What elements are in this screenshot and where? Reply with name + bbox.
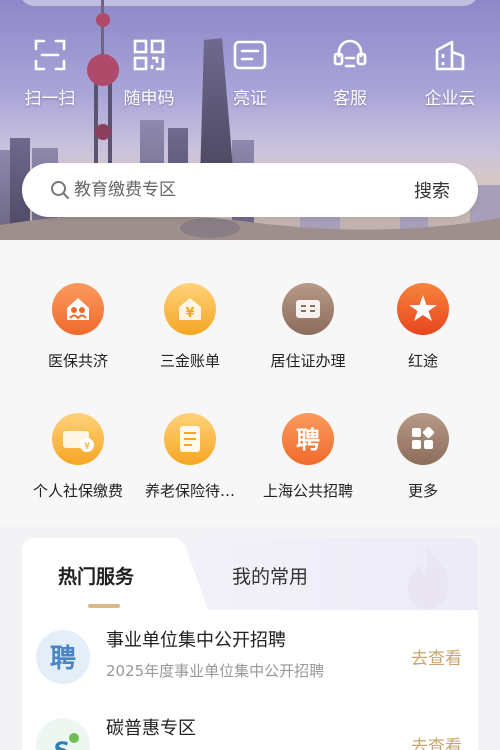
medical-family-icon: [52, 283, 104, 335]
quick-actions: 扫一扫 随申码 亮证 客服 企业云: [0, 38, 500, 118]
svg-text:聘: 聘: [50, 644, 76, 674]
service-social-insurance-payment[interactable]: ¥ 个人社保缴费: [16, 413, 140, 501]
svg-text:¥: ¥: [84, 441, 90, 452]
quick-customer-service[interactable]: 客服: [305, 38, 395, 109]
service-fund-bill-label: 三金账单: [159, 352, 220, 370]
headset-icon: [333, 39, 367, 68]
quick-customer-service-label: 客服: [333, 89, 367, 109]
carbon-thumbnail: S: [36, 718, 90, 750]
hot-service-item[interactable]: S 碳普惠专区 去查看: [22, 714, 478, 750]
service-public-recruitment[interactable]: 聘 上海公共招聘: [246, 413, 370, 501]
service-red-route-label: 红途: [407, 352, 438, 370]
hot-service-subtitle: 2025年度事业单位集中公开招聘: [106, 662, 325, 680]
service-residence-permit-label: 居住证办理: [270, 352, 346, 370]
service-red-route[interactable]: 红途: [361, 283, 485, 371]
quick-qr-code[interactable]: 随申码: [104, 38, 194, 109]
service-more-label: 更多: [407, 482, 438, 500]
service-fund-bill[interactable]: ¥ 三金账单: [128, 283, 252, 371]
service-pension[interactable]: 养老保险待…: [128, 413, 252, 501]
service-residence-permit[interactable]: 居住证办理: [246, 283, 370, 371]
hot-service-title: 事业单位集中公开招聘: [106, 630, 286, 651]
service-medical-family[interactable]: 医保共济: [16, 283, 140, 371]
quick-enterprise-cloud[interactable]: 企业云: [405, 38, 495, 109]
recruit-logo-icon: 聘: [36, 630, 90, 684]
recruit-icon: 聘: [282, 413, 334, 465]
hot-service-title: 碳普惠专区: [106, 718, 196, 739]
card-icon: [233, 40, 267, 70]
residence-permit-icon: [282, 283, 334, 335]
qr-code-icon: [133, 39, 165, 71]
quick-scan[interactable]: 扫一扫: [5, 38, 95, 109]
pension-doc-icon: [164, 413, 216, 465]
quick-enterprise-cloud-label: 企业云: [424, 89, 476, 109]
tab-my-frequent[interactable]: 我的常用: [232, 562, 308, 589]
hero-banner: 扫一扫 随申码 亮证 客服 企业云 教育缴费专区 搜索: [0, 0, 500, 240]
service-social-insurance-payment-label: 个人社保缴费: [32, 482, 123, 500]
scan-icon: [34, 39, 66, 71]
service-grid: 医保共济 ¥ 三金账单 居住证办理 红途 ¥ 个人社保缴费 养老保险待… 聘 上…: [0, 240, 500, 525]
social-insurance-icon: ¥: [52, 413, 104, 465]
enterprise-icon: [435, 40, 465, 71]
quick-qr-code-label: 随申码: [123, 89, 175, 109]
view-button[interactable]: 去查看: [411, 644, 462, 669]
svg-text:S: S: [53, 739, 69, 750]
svg-text:¥: ¥: [185, 306, 194, 321]
service-pension-label: 养老保险待…: [144, 482, 235, 500]
red-star-icon: [397, 283, 449, 335]
service-public-recruitment-label: 上海公共招聘: [262, 482, 353, 500]
hot-service-item[interactable]: 聘 事业单位集中公开招聘 2025年度事业单位集中公开招聘 去查看: [22, 626, 478, 696]
recruit-thumbnail: 聘: [36, 630, 90, 684]
yuan-house-icon: ¥: [164, 283, 216, 335]
active-tab-indicator: [88, 604, 120, 608]
search-icon: [51, 181, 69, 199]
tab-hot-services[interactable]: 热门服务: [58, 562, 134, 589]
quick-scan-label: 扫一扫: [24, 89, 76, 109]
quick-show-card[interactable]: 亮证: [205, 38, 295, 109]
svg-text:聘: 聘: [296, 426, 320, 454]
search-bar: 搜索: [22, 163, 478, 217]
service-more[interactable]: 更多: [361, 413, 485, 501]
quick-show-card-label: 亮证: [233, 89, 267, 109]
more-grid-icon: [397, 413, 449, 465]
service-medical-family-label: 医保共济: [47, 352, 108, 370]
hot-services-card: 热门服务 我的常用 聘 事业单位集中公开招聘 2025年度事业单位集中公开招聘 …: [22, 538, 478, 750]
search-input[interactable]: [74, 173, 374, 207]
flame-icon: [408, 546, 449, 610]
carbon-logo-icon: S: [36, 718, 90, 750]
view-button[interactable]: 去查看: [411, 732, 462, 750]
search-button[interactable]: 搜索: [414, 177, 450, 203]
